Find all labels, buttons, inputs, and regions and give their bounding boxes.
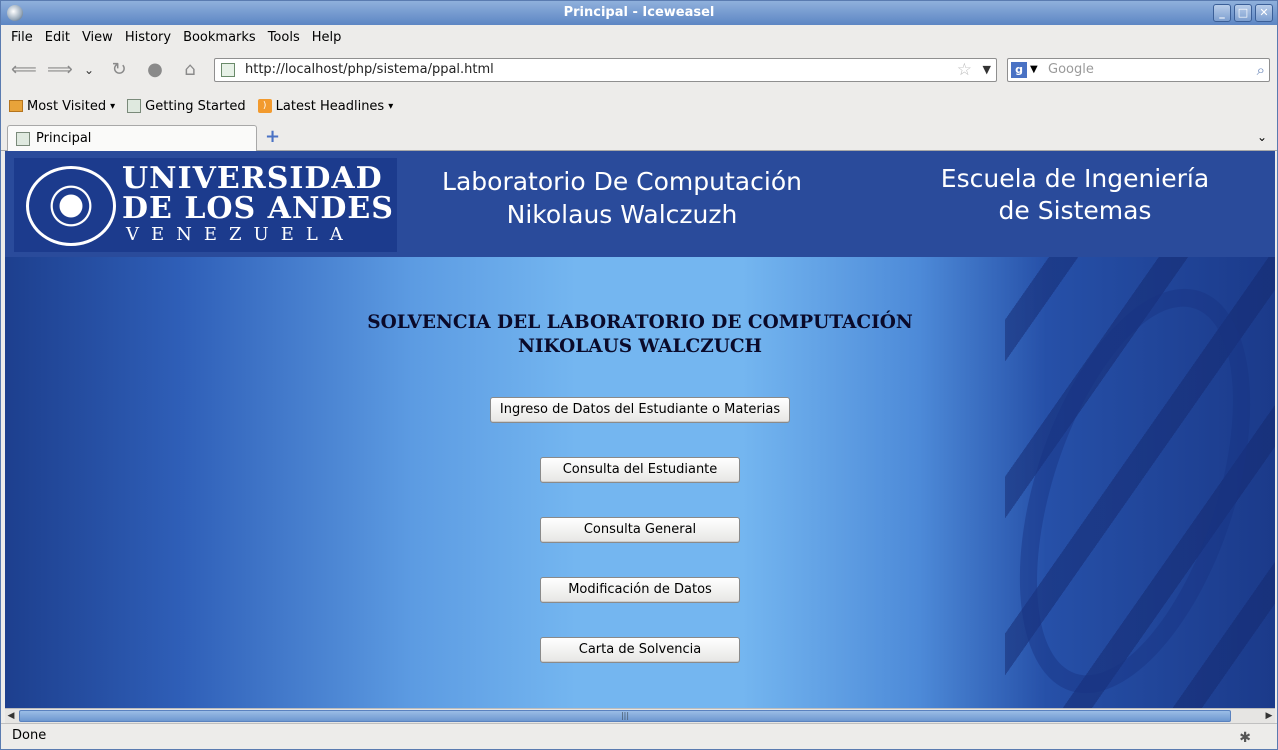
menu-help[interactable]: Help: [306, 30, 348, 45]
browser-window: Principal - Iceweasel _ □ ✕ File Edit Vi…: [0, 0, 1278, 750]
search-icon[interactable]: ⌕: [1257, 61, 1265, 79]
back-icon[interactable]: ⟸: [11, 59, 37, 81]
bookmark-label: Getting Started: [145, 98, 246, 114]
bookmark-label: Latest Headlines: [275, 98, 385, 114]
logo-line-2: DE LOS ANDES: [122, 191, 394, 226]
minimize-button[interactable]: _: [1213, 4, 1231, 22]
tab-label: Principal: [36, 131, 92, 146]
bug-icon[interactable]: ✱: [1239, 726, 1251, 750]
reload-icon[interactable]: ↻: [107, 59, 131, 81]
horizontal-scrollbar[interactable]: ◀ ||| ▶: [5, 708, 1275, 723]
bookmark-most-visited[interactable]: Most Visited ▾: [9, 99, 115, 114]
school-name-line-2: de Sistemas: [998, 196, 1152, 225]
window-title: Principal - Iceweasel: [563, 5, 715, 20]
bookmarks-toolbar: Most Visited ▾ Getting Started ) Latest …: [1, 91, 1277, 121]
page-icon: [16, 131, 30, 146]
page-title-line-2: NIKOLAUS WALCZUCH: [517, 336, 763, 357]
menu-bar: File Edit View History Bookmarks Tools H…: [1, 25, 1277, 49]
scroll-left-icon[interactable]: ◀: [5, 709, 17, 723]
search-input[interactable]: Google: [1048, 59, 1094, 81]
folder-icon: [9, 100, 23, 112]
search-engine-icon[interactable]: g: [1011, 62, 1027, 78]
menu-history[interactable]: History: [119, 30, 177, 45]
university-seal-icon: [26, 166, 116, 246]
consulta-estudiante-button[interactable]: Consulta del Estudiante: [540, 457, 740, 483]
menu-tools[interactable]: Tools: [262, 30, 306, 45]
page-content: UNIVERSIDAD DE LOS ANDES VENEZUELA Labor…: [5, 151, 1275, 708]
site-identity-icon[interactable]: [221, 63, 235, 77]
search-bar[interactable]: g ▼ Google ⌕: [1007, 58, 1270, 82]
history-dropdown-icon[interactable]: ⌄: [77, 59, 101, 81]
modificacion-datos-button[interactable]: Modificación de Datos: [540, 577, 740, 603]
page-title: SOLVENCIA DEL LABORATORIO DE COMPUTACIÓN…: [5, 311, 1275, 359]
tab-strip: Principal + ⌄: [1, 123, 1277, 151]
tab-principal[interactable]: Principal: [7, 125, 257, 151]
logo-line-3: VENEZUELA: [126, 224, 355, 245]
rss-icon: ): [257, 99, 272, 113]
iceweasel-icon: [7, 5, 23, 21]
title-bar: Principal - Iceweasel _ □ ✕: [1, 1, 1277, 25]
page-title-line-1: SOLVENCIA DEL LABORATORIO DE COMPUTACIÓN: [367, 312, 913, 333]
carta-solvencia-button[interactable]: Carta de Solvencia: [540, 637, 740, 663]
stop-icon[interactable]: ●: [143, 59, 167, 81]
url-dropdown-icon[interactable]: ▼: [983, 60, 991, 80]
school-name: Escuela de Ingeniería de Sistemas: [905, 163, 1245, 227]
lab-name-line-2: Nikolaus Walczuzh: [506, 200, 738, 229]
url-bar[interactable]: http://localhost/php/sistema/ppal.html ☆…: [214, 58, 997, 82]
chevron-down-icon: ▾: [110, 100, 116, 112]
scroll-right-icon[interactable]: ▶: [1263, 709, 1275, 723]
consulta-general-button[interactable]: Consulta General: [540, 517, 740, 543]
home-icon[interactable]: ⌂: [178, 59, 202, 81]
search-engine-dropdown-icon[interactable]: ▼: [1030, 59, 1038, 81]
status-text: Done: [12, 728, 47, 743]
lab-name: Laboratorio De Computación Nikolaus Walc…: [417, 165, 827, 231]
bookmark-label: Most Visited: [27, 98, 107, 114]
new-tab-icon[interactable]: +: [265, 127, 280, 147]
university-logo: UNIVERSIDAD DE LOS ANDES VENEZUELA: [14, 158, 397, 252]
menu-file[interactable]: File: [5, 30, 39, 45]
status-bar: Done ✱: [1, 723, 1277, 749]
chevron-down-icon: ▾: [388, 100, 394, 112]
maximize-button[interactable]: □: [1234, 4, 1252, 22]
bookmark-getting-started[interactable]: Getting Started: [127, 99, 246, 114]
tab-list-chevron-icon[interactable]: ⌄: [1257, 127, 1267, 147]
menu-edit[interactable]: Edit: [39, 30, 76, 45]
bookmark-star-icon[interactable]: ☆: [957, 60, 972, 80]
page-header: UNIVERSIDAD DE LOS ANDES VENEZUELA Labor…: [5, 151, 1275, 257]
scrollbar-thumb[interactable]: |||: [19, 710, 1231, 722]
menu-view[interactable]: View: [76, 30, 119, 45]
menu-bookmarks[interactable]: Bookmarks: [177, 30, 262, 45]
navigation-toolbar: ⟸ ⟹ ⌄ ↻ ● ⌂ http://localhost/php/sistema…: [1, 51, 1277, 89]
school-name-line-1: Escuela de Ingeniería: [940, 164, 1210, 193]
url-text[interactable]: http://localhost/php/sistema/ppal.html: [245, 59, 494, 81]
lab-name-line-1: Laboratorio De Computación: [442, 167, 802, 196]
page-icon: [127, 99, 142, 113]
close-button[interactable]: ✕: [1255, 4, 1273, 22]
bookmark-latest-headlines[interactable]: ) Latest Headlines ▾: [257, 98, 394, 114]
ingreso-datos-button[interactable]: Ingreso de Datos del Estudiante o Materi…: [490, 397, 790, 423]
forward-icon[interactable]: ⟹: [47, 59, 73, 81]
